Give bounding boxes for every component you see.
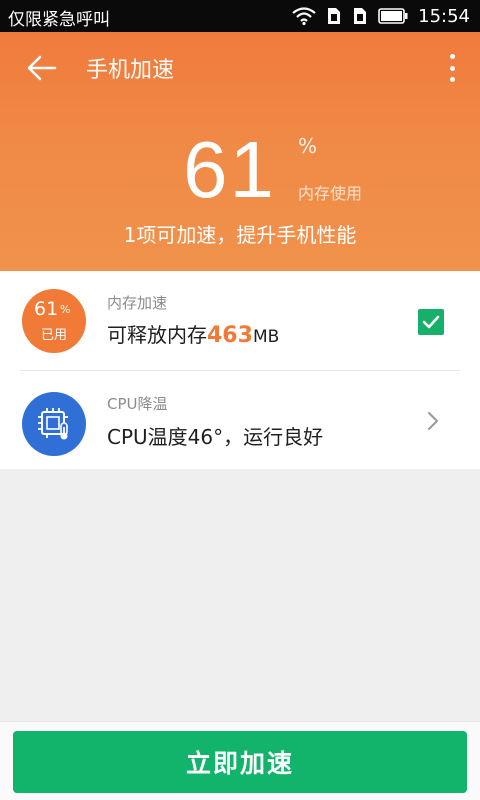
badge-percent-value: 61 <box>34 298 59 320</box>
free-memory-prefix: 可释放内存 <box>107 323 207 347</box>
boost-now-button[interactable]: 立即加速 <box>13 731 467 793</box>
free-memory-unit: MB <box>252 327 280 347</box>
wifi-icon <box>292 7 316 25</box>
battery-icon <box>378 8 408 24</box>
cpu-cooling-desc: CPU温度46°，运行良好 <box>107 425 324 449</box>
list-item-memory-boost[interactable]: 61 % 已用 内存加速 可释放内存463MB <box>0 271 480 370</box>
sim2-icon <box>352 7 368 25</box>
badge-used-label: 已用 <box>40 328 67 343</box>
memory-usage-badge: 61 % 已用 <box>22 289 86 353</box>
status-bar: 仅限紧急呼叫 15:54 <box>0 0 480 32</box>
status-time: 15:54 <box>418 5 470 27</box>
cpu-cooling-badge <box>22 392 86 456</box>
free-memory-value: 463 <box>207 323 253 348</box>
boost-items-card: 61 % 已用 内存加速 可释放内存463MB CPU降温 CPU温度46°，运… <box>0 271 480 469</box>
page-title: 手机加速 <box>86 58 175 83</box>
more-vert-icon <box>449 54 455 59</box>
back-button[interactable] <box>24 52 60 84</box>
memory-usage-percent: 61 <box>183 125 276 214</box>
badge-percent-sign: % <box>60 303 71 316</box>
sim1-icon <box>326 7 342 25</box>
bottom-action-bar: 立即加速 <box>0 721 480 800</box>
cpu-cooling-title: CPU降温 <box>107 395 168 413</box>
check-icon <box>422 315 440 329</box>
more-options-button[interactable] <box>444 50 460 86</box>
arrow-left-icon <box>27 55 57 81</box>
percent-sign: % <box>298 134 318 158</box>
app-bar: 手机加速 <box>0 32 480 104</box>
memory-boost-desc: 可释放内存463MB <box>107 319 279 348</box>
boost-hint: 1项可加速，提升手机性能 <box>123 223 357 247</box>
memory-usage-label: 内存使用 <box>298 184 363 203</box>
memory-boost-title: 内存加速 <box>107 294 168 312</box>
carrier-text: 仅限紧急呼叫 <box>8 10 110 30</box>
cpu-temperature-icon <box>38 408 68 440</box>
chevron-right-icon[interactable] <box>424 409 442 433</box>
status-icons: 15:54 <box>282 4 470 28</box>
memory-boost-checkbox[interactable] <box>418 309 444 335</box>
list-item-cpu-cooling[interactable]: CPU降温 CPU温度46°，运行良好 <box>0 371 480 470</box>
